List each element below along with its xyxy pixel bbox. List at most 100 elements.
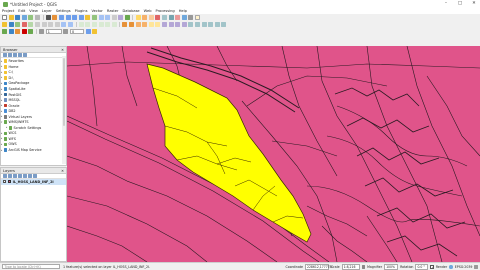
add-group-icon[interactable] xyxy=(8,174,12,178)
add-ring-icon[interactable] xyxy=(208,22,214,27)
open-layer-styling-icon[interactable] xyxy=(3,174,7,178)
zoom-next-icon[interactable] xyxy=(105,15,111,20)
maximize-button[interactable]: □ xyxy=(456,1,464,7)
identify-features-icon[interactable] xyxy=(135,15,141,20)
zoom-last-icon[interactable] xyxy=(98,15,104,20)
add-polygon-icon[interactable] xyxy=(21,22,27,27)
minimize-button[interactable]: – xyxy=(442,1,450,7)
select-features-icon[interactable] xyxy=(142,15,148,20)
temporal-controller-icon[interactable] xyxy=(118,15,124,20)
layer-visibility-checkbox[interactable]: ✓ xyxy=(3,180,7,184)
python-console-icon[interactable] xyxy=(92,29,98,34)
snap-intersection-icon[interactable] xyxy=(142,22,148,27)
split-features-icon[interactable] xyxy=(175,22,181,27)
open-attribute-table-icon[interactable] xyxy=(168,15,174,20)
zoom-to-selection-icon[interactable] xyxy=(85,15,91,20)
menu-layer[interactable]: Layer xyxy=(42,9,52,13)
save-edits-icon[interactable] xyxy=(8,22,14,27)
save-project-icon[interactable] xyxy=(15,15,21,20)
style-manager-icon[interactable] xyxy=(85,29,91,34)
offset-curve-icon[interactable] xyxy=(188,22,194,27)
snapping-icon[interactable] xyxy=(122,22,128,27)
collapse-all-icon[interactable] xyxy=(28,174,32,178)
refresh-icon[interactable] xyxy=(124,15,130,20)
show-labels-icon[interactable] xyxy=(91,22,97,27)
data-source-manager-icon[interactable] xyxy=(2,29,7,34)
rotate-label-icon[interactable] xyxy=(105,22,111,27)
expand-all-icon[interactable] xyxy=(23,174,27,178)
add-raster-layer-icon[interactable] xyxy=(15,29,21,34)
filter-legend-icon[interactable] xyxy=(18,174,22,178)
filter-icon[interactable] xyxy=(13,53,17,57)
layout-manager-icon[interactable] xyxy=(34,15,40,20)
fill-ring-icon[interactable] xyxy=(214,22,220,27)
render-checkbox[interactable]: ✓ xyxy=(430,265,434,269)
pan-map-icon[interactable] xyxy=(45,15,51,20)
close-button[interactable]: ✕ xyxy=(470,1,478,7)
menu-processing[interactable]: Processing xyxy=(156,9,175,13)
delete-selected-icon[interactable] xyxy=(34,22,40,27)
pan-to-selection-icon[interactable] xyxy=(52,15,58,20)
new-print-layout-icon[interactable] xyxy=(28,15,34,20)
lock-scale-icon[interactable] xyxy=(361,265,366,269)
menu-plugins[interactable]: Plugins xyxy=(75,9,88,13)
zoom-native-icon[interactable] xyxy=(72,15,78,20)
new-project-icon[interactable] xyxy=(2,15,7,20)
manage-map-themes-icon[interactable] xyxy=(13,174,17,178)
scale-field[interactable]: 1 xyxy=(45,29,62,34)
menu-edit[interactable]: Edit xyxy=(18,9,25,13)
layer-row-il-hoss-land[interactable]: ✓ IL_HOSS_LAND_INF_2I xyxy=(1,179,66,185)
polygon-symbol-icon[interactable] xyxy=(7,180,12,184)
undo-icon[interactable] xyxy=(61,22,67,27)
vertex-tool-icon[interactable] xyxy=(28,22,34,27)
simplify-feature-icon[interactable] xyxy=(201,22,207,27)
close-panel-icon[interactable]: ✕ xyxy=(61,48,64,52)
menu-raster[interactable]: Raster xyxy=(107,9,119,13)
digitize-icon[interactable] xyxy=(15,22,21,27)
reshape-icon[interactable] xyxy=(168,22,174,27)
menu-web[interactable]: Web xyxy=(144,9,152,13)
menu-vector[interactable]: Vector xyxy=(91,9,102,13)
locator-search-input[interactable]: Type to locate (Ctrl+K) xyxy=(2,263,60,270)
deselect-all-icon[interactable] xyxy=(155,15,161,20)
map-drawing[interactable] xyxy=(67,46,480,262)
zoom-full-icon[interactable] xyxy=(78,15,84,20)
properties-icon[interactable] xyxy=(23,53,27,57)
label-tool-icon[interactable] xyxy=(78,22,84,27)
self-snapping-icon[interactable] xyxy=(135,22,141,27)
new-map-view-icon[interactable] xyxy=(111,15,117,20)
zoom-to-layer-icon[interactable] xyxy=(91,15,97,20)
cut-features-icon[interactable] xyxy=(41,22,47,27)
move-label-icon[interactable] xyxy=(98,22,104,27)
scrollbar-thumb[interactable] xyxy=(62,58,66,126)
tracing-icon[interactable] xyxy=(148,22,154,27)
remove-layer-icon[interactable] xyxy=(33,174,37,178)
menu-view[interactable]: View xyxy=(29,9,38,13)
save-as-icon[interactable] xyxy=(21,15,27,20)
rotation-field[interactable]: 0.0 ° xyxy=(415,264,429,270)
advanced-digitizing-icon[interactable] xyxy=(155,22,161,27)
refresh-icon[interactable] xyxy=(3,53,7,57)
menu-database[interactable]: Database xyxy=(123,9,140,13)
pin-labels-icon[interactable] xyxy=(85,22,91,27)
topological-editing-icon[interactable] xyxy=(129,22,135,27)
add-vector-layer-icon[interactable] xyxy=(8,29,14,34)
measure-line-icon[interactable] xyxy=(181,15,187,20)
browser-item-arcgis-map-service[interactable]: ▸ ArcGIS Map Service xyxy=(1,147,66,153)
select-by-value-icon[interactable] xyxy=(148,15,154,20)
paste-features-icon[interactable] xyxy=(54,22,60,27)
collapse-all-icon[interactable] xyxy=(18,53,22,57)
magnifier-field[interactable]: 100% xyxy=(384,264,399,270)
zoom-out-icon[interactable] xyxy=(65,15,71,20)
toggle-editing-icon[interactable] xyxy=(2,22,7,27)
add-selected-layers-icon[interactable] xyxy=(8,53,12,57)
copy-features-icon[interactable] xyxy=(48,22,54,27)
map-tips-icon[interactable] xyxy=(188,15,194,20)
menu-settings[interactable]: Settings xyxy=(56,9,71,13)
close-panel-icon[interactable]: ✕ xyxy=(61,169,64,173)
crs-label[interactable]: EPSG:2039 xyxy=(455,265,473,269)
zoom-field[interactable]: 0 xyxy=(69,29,84,34)
scale-field[interactable]: 1:8,216 xyxy=(341,264,360,270)
menu-help[interactable]: Help xyxy=(179,9,187,13)
redo-icon[interactable] xyxy=(67,22,73,27)
